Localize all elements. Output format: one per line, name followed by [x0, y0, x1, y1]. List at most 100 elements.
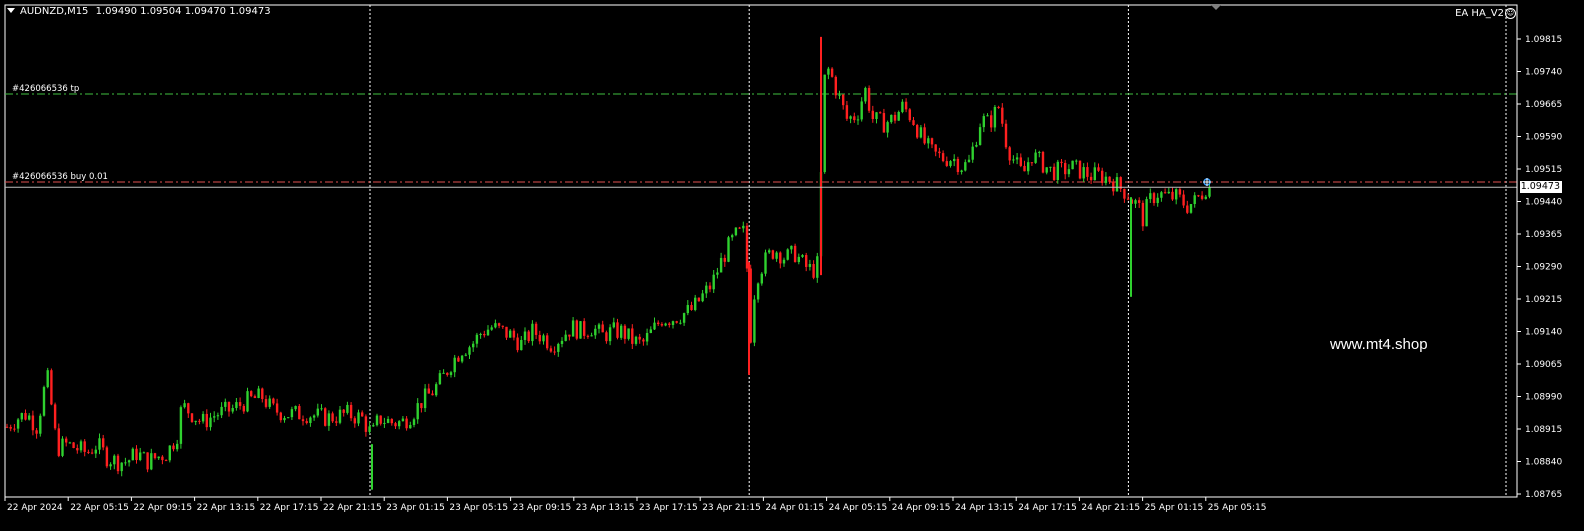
- candle-body: [235, 402, 238, 409]
- candle-body: [316, 408, 319, 416]
- smiley-icon[interactable]: ☺: [1505, 8, 1516, 19]
- candle-body: [1175, 189, 1178, 200]
- candle-body: [505, 326, 508, 338]
- candle-body: [1045, 167, 1048, 173]
- candle-body: [142, 452, 146, 454]
- candle-body: [335, 421, 338, 423]
- chart-window[interactable]: #426066536 tp #426066536 buy 0.01 1.09815…: [0, 0, 1584, 527]
- candle-body: [1178, 189, 1182, 195]
- candle-body: [930, 138, 934, 145]
- candle-body: [28, 415, 31, 420]
- candle-body: [1041, 151, 1045, 173]
- candle-body: [1049, 166, 1052, 168]
- ea-label[interactable]: EA HA_V2: [1455, 8, 1504, 19]
- price-chart[interactable]: #426066536 tp #426066536 buy 0.01 1.09815…: [0, 0, 1584, 527]
- candle-body: [176, 443, 179, 450]
- candle-body: [312, 415, 316, 418]
- candle-body: [246, 391, 249, 412]
- price-tick-label: 1.08990: [1525, 393, 1562, 403]
- candle-body: [1071, 160, 1074, 170]
- candle-body: [694, 297, 697, 311]
- price-tick-label: 1.09140: [1525, 328, 1562, 338]
- candle-body: [272, 398, 275, 404]
- candle-body: [438, 373, 442, 385]
- candle-body: [105, 447, 109, 467]
- candle-body: [1200, 195, 1204, 199]
- candle-body: [90, 452, 94, 454]
- candle-body: [290, 409, 294, 418]
- time-tick-label: 25 Apr 05:15: [1208, 503, 1267, 513]
- candle-body: [1034, 152, 1037, 163]
- candle-body: [305, 421, 308, 424]
- candle-body: [1004, 123, 1008, 148]
- candle-body: [116, 455, 120, 472]
- candle-body: [431, 393, 434, 396]
- candle-body: [1052, 166, 1056, 180]
- candle-body: [68, 442, 72, 444]
- candle-body: [1208, 187, 1211, 197]
- candle-body: [390, 418, 393, 424]
- candle-body: [549, 348, 553, 352]
- candle-body: [342, 409, 345, 413]
- candle-body: [583, 321, 586, 336]
- candle-body: [816, 256, 819, 278]
- candle-body: [997, 106, 1000, 108]
- candle-body: [1141, 202, 1145, 227]
- candle-body: [775, 252, 778, 259]
- candle-body: [331, 413, 334, 422]
- candle-body: [512, 330, 516, 338]
- candle-body: [645, 332, 649, 342]
- candle-body: [1145, 199, 1148, 227]
- price-tick-label: 1.08840: [1525, 458, 1562, 468]
- candle-body: [386, 418, 390, 423]
- candle-body: [590, 335, 593, 337]
- candle-body: [172, 445, 175, 450]
- candle-body: [1156, 197, 1159, 204]
- candle-body: [560, 340, 564, 344]
- candle-body: [464, 354, 467, 356]
- candle-body: [571, 320, 575, 337]
- dropdown-triangle-icon[interactable]: [7, 8, 15, 13]
- candle-body: [771, 250, 775, 259]
- candle-body: [886, 122, 889, 133]
- time-tick-label: 23 Apr 13:15: [576, 503, 635, 513]
- candle-body: [479, 334, 482, 336]
- candle-body: [24, 413, 27, 420]
- candle-body: [860, 101, 863, 120]
- candle-body: [516, 337, 519, 351]
- candle-body: [401, 418, 405, 422]
- candle-body: [808, 264, 812, 267]
- candle-body: [856, 119, 860, 121]
- price-tick-label: 1.09365: [1525, 230, 1562, 240]
- time-axis: 22 Apr 2024 22 Apr 05:15 22 Apr 09:15 22 Ap…: [4, 497, 1267, 513]
- candle-body: [534, 323, 538, 335]
- candle-body: [268, 398, 271, 407]
- candle-body: [275, 403, 279, 413]
- candle-body: [494, 323, 497, 328]
- candle-body: [50, 370, 53, 405]
- chart-shift-marker: [1211, 5, 1221, 10]
- candle-body: [94, 449, 97, 454]
- candle-body: [157, 456, 160, 459]
- candle-body: [923, 127, 926, 144]
- candle-body: [327, 413, 331, 426]
- candle-body: [453, 357, 456, 373]
- candle-body: [660, 324, 664, 326]
- candle-body: [956, 158, 960, 173]
- candle-body: [161, 456, 164, 461]
- time-tick-label: 22 Apr 13:15: [197, 503, 256, 513]
- candle-body: [723, 257, 726, 262]
- time-tick-label: 22 Apr 17:15: [260, 503, 319, 513]
- candle-body: [53, 404, 57, 429]
- candle-body: [1193, 195, 1196, 205]
- candle-body: [1123, 188, 1126, 199]
- candle-body: [383, 422, 386, 424]
- candle-body: [782, 259, 786, 264]
- candle-body: [842, 94, 845, 106]
- candle-body: [927, 138, 930, 144]
- candle-body: [294, 406, 297, 410]
- ea-name: EA HA_V2: [1455, 8, 1504, 19]
- candle-body: [1093, 167, 1096, 181]
- time-tick-label: 22 Apr 21:15: [323, 503, 382, 513]
- candle-body: [124, 462, 127, 464]
